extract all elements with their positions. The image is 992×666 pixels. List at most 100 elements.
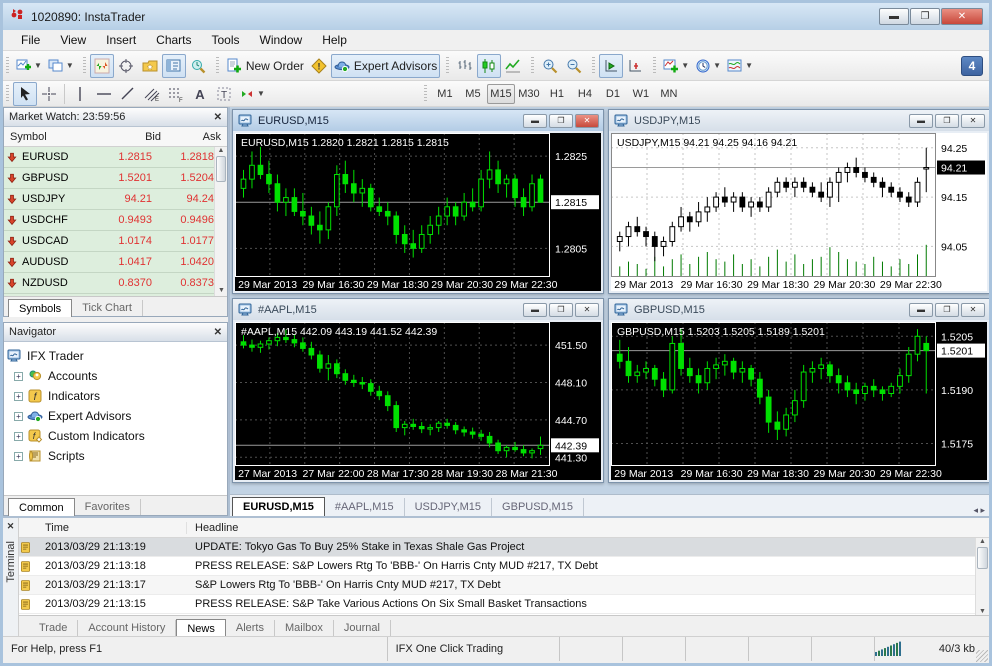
chart-shift-button[interactable] — [623, 54, 647, 78]
zoom-out-button[interactable] — [562, 54, 586, 78]
chart-minimize-button[interactable]: ▬ — [909, 113, 933, 128]
chart-canvas[interactable]: EURUSD,M15 1.2820 1.2821 1.2815 1.2815 1.… — [235, 133, 601, 291]
chart-close-button[interactable]: ✕ — [575, 302, 599, 317]
close-button[interactable]: ✕ — [941, 8, 983, 25]
chevron-down-icon[interactable]: ▼ — [257, 89, 265, 98]
tab-tick-chart[interactable]: Tick Chart — [72, 300, 143, 316]
expand-plus-icon[interactable]: + — [14, 371, 23, 381]
scroll-up-icon[interactable]: ▲ — [218, 147, 225, 154]
market-watch-row[interactable]: NZDUSD 0.8370 0.8373 — [4, 273, 227, 294]
market-watch-row[interactable]: USDCAD 1.0174 1.0177 — [4, 231, 227, 252]
favorites-button[interactable] — [138, 54, 162, 78]
market-watch-row[interactable]: EURJPY120.75120.78 — [4, 294, 227, 296]
chart-restore-button[interactable]: ❐ — [549, 113, 573, 128]
tick-chart-button[interactable] — [89, 53, 114, 78]
arrows-button[interactable]: ▼ — [236, 82, 268, 106]
market-watch-row[interactable]: USDCHF 0.9493 0.9496 — [4, 210, 227, 231]
chart-window-title-bar[interactable]: EURUSD,M15 ▬ ❐ ✕ — [233, 110, 603, 131]
timeframe-m30[interactable]: M30 — [515, 84, 543, 104]
tab-favorites[interactable]: Favorites — [75, 499, 141, 515]
fibonacci-button[interactable]: F — [164, 82, 188, 106]
timeframe-mn[interactable]: MN — [655, 84, 683, 104]
chart-restore-button[interactable]: ❐ — [935, 113, 959, 128]
terminal-tab-alerts[interactable]: Alerts — [226, 620, 275, 636]
chevron-down-icon[interactable]: ▼ — [745, 61, 753, 70]
chart-bars-button[interactable] — [453, 54, 477, 78]
menu-item-insert[interactable]: Insert — [96, 31, 146, 49]
chart-minimize-button[interactable]: ▬ — [523, 113, 547, 128]
column-time[interactable]: Time — [19, 521, 187, 534]
periods-button[interactable]: ▼ — [692, 54, 724, 78]
column-bid[interactable]: Bid — [111, 131, 167, 143]
chevron-down-icon[interactable]: ▼ — [34, 61, 42, 70]
new-chart-button[interactable]: ▼ — [13, 54, 45, 78]
expand-plus-icon[interactable]: + — [14, 451, 23, 461]
chart-tab-eurusdm15[interactable]: EURUSD,M15 — [232, 497, 325, 516]
timeframe-m1[interactable]: M1 — [431, 84, 459, 104]
notifications-badge[interactable]: 4 — [961, 55, 983, 76]
chart-tab-usdjpym15[interactable]: USDJPY,M15 — [405, 498, 493, 516]
menu-item-help[interactable]: Help — [312, 31, 357, 49]
chart-canvas[interactable]: GBPUSD,M15 1.5203 1.5205 1.5189 1.5201 1.… — [611, 322, 987, 480]
chevron-down-icon[interactable]: ▼ — [713, 61, 721, 70]
crosshair-mode-button[interactable] — [114, 54, 138, 78]
text-label-button[interactable]: T — [212, 82, 236, 106]
chart-minimize-button[interactable]: ▬ — [523, 302, 547, 317]
column-symbol[interactable]: Symbol — [4, 131, 92, 143]
chart-canvas[interactable]: #AAPL,M15 442.09 443.19 441.52 442.39 451… — [235, 322, 601, 480]
menu-item-window[interactable]: Window — [250, 31, 313, 49]
trendline-button[interactable] — [116, 82, 140, 106]
column-headline[interactable]: Headline — [187, 522, 989, 534]
column-ask[interactable]: Ask — [167, 131, 227, 143]
chart-candles-button[interactable] — [477, 53, 502, 78]
horizontal-line-button[interactable] — [92, 82, 116, 106]
cursor-button[interactable] — [13, 81, 37, 106]
menu-item-tools[interactable]: Tools — [202, 31, 250, 49]
chart-restore-button[interactable]: ❐ — [935, 302, 959, 317]
timeframe-h1[interactable]: H1 — [543, 84, 571, 104]
expand-plus-icon[interactable]: + — [14, 411, 23, 421]
chart-window-title-bar[interactable]: USDJPY,M15 ▬ ❐ ✕ — [609, 110, 989, 131]
chart-canvas[interactable]: USDJPY,M15 94.21 94.25 94.16 94.21 94.25 9… — [611, 133, 987, 291]
restore-button[interactable]: ❐ — [910, 8, 940, 25]
scrollbar-thumb[interactable] — [977, 547, 988, 569]
chart-close-button[interactable]: ✕ — [961, 302, 985, 317]
expand-plus-icon[interactable]: + — [14, 431, 23, 441]
menu-item-file[interactable]: File — [11, 31, 50, 49]
equidistant-channel-button[interactable]: E — [140, 82, 164, 106]
navigator-close-icon[interactable]: ✕ — [214, 327, 222, 338]
expert-advisors-button[interactable]: Expert Advisors — [330, 53, 441, 78]
chart-minimize-button[interactable]: ▬ — [909, 302, 933, 317]
chart-plot[interactable]: EURUSD,M15 1.2820 1.2821 1.2815 1.2815 1.… — [235, 133, 601, 291]
chart-close-button[interactable]: ✕ — [575, 113, 599, 128]
market-watch-close-icon[interactable]: ✕ — [214, 112, 222, 123]
terminal-tab-mailbox[interactable]: Mailbox — [275, 620, 334, 636]
templates-button[interactable]: ▼ — [724, 54, 756, 78]
status-trading-mode[interactable]: IFX One Click Trading — [388, 637, 560, 661]
navigator-item-scripts[interactable]: + Scripts — [6, 446, 225, 466]
news-row[interactable]: 2013/03/29 21:13:17 S&P Lowers Rtg To 'BB… — [19, 576, 975, 595]
text-button[interactable]: A — [188, 82, 212, 106]
chart-tab-aaplm15[interactable]: #AAPL,M15 — [325, 498, 405, 516]
alert-button[interactable]: ! — [307, 54, 331, 78]
market-watch-row[interactable]: AUDUSD 1.0417 1.0420 — [4, 252, 227, 273]
scrollbar-thumb[interactable] — [216, 156, 226, 182]
terminal-tab-news[interactable]: News — [176, 619, 226, 636]
terminal-tab-trade[interactable]: Trade — [29, 620, 79, 636]
market-watch-row[interactable]: GBPUSD 1.5201 1.5204 — [4, 168, 227, 189]
chart-window-title-bar[interactable]: GBPUSD,M15 ▬ ❐ ✕ — [609, 299, 989, 320]
market-watch-scrollbar[interactable]: ▲ ▼ — [214, 147, 227, 296]
auto-scroll-button[interactable] — [599, 53, 624, 78]
scroll-down-icon[interactable]: ▼ — [976, 608, 989, 615]
news-row[interactable]: 2013/03/29 21:13:15 PRESS RELEASE: S&P Ta… — [19, 595, 975, 614]
menu-item-charts[interactable]: Charts — [146, 31, 201, 49]
navigator-item-indicators[interactable]: + f Indicators — [6, 386, 225, 406]
tab-common[interactable]: Common — [8, 498, 75, 516]
new-order-button[interactable]: New Order — [223, 54, 307, 78]
timeframe-m5[interactable]: M5 — [459, 84, 487, 104]
terminal-tab-account-history[interactable]: Account History — [78, 620, 177, 636]
terminal-tab-journal[interactable]: Journal — [334, 620, 391, 636]
vertical-line-button[interactable] — [68, 82, 92, 106]
scroll-up-icon[interactable]: ▲ — [976, 538, 989, 545]
timeframe-m15[interactable]: M15 — [486, 83, 515, 104]
